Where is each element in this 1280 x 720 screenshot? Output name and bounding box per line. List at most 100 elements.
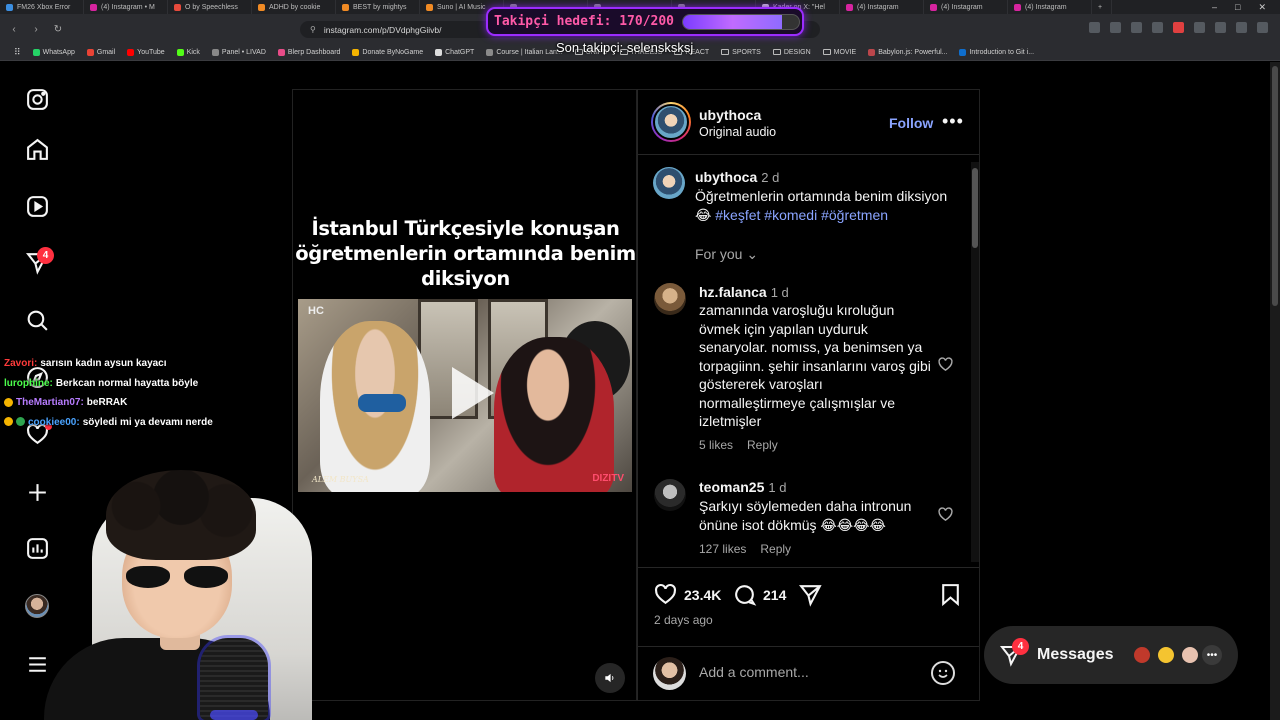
chat-text: söyledi mi ya devamı nerde [82,416,213,428]
share-action[interactable] [798,582,823,607]
bookmark-item[interactable]: Donate ByNoGame [346,48,429,56]
page-scrollbar[interactable] [1270,62,1280,720]
close-icon[interactable]: ✕ [1258,2,1266,13]
caption-username[interactable]: ubythoca [695,169,757,185]
profile-icon[interactable] [1236,22,1247,33]
story-ring-avatar[interactable] [651,102,691,142]
caption-author-avatar[interactable] [653,167,685,199]
bookmark-folder[interactable]: MOVIE [817,49,863,56]
comment-author[interactable]: hz.falanca 1 d [699,284,789,300]
conversation-avatar[interactable] [1180,645,1200,665]
reload-icon[interactable]: ↻ [52,24,64,35]
save-action[interactable] [938,582,963,607]
bookmark-item[interactable]: ChatGPT [429,48,480,56]
browser-tab[interactable]: FM26 Xbox Error [0,0,84,14]
mute-button[interactable] [595,663,625,693]
tab-label: FM26 Xbox Error [17,3,71,11]
bookmark-item[interactable]: Panel • LIVAD [206,48,272,56]
comment-username[interactable]: teoman25 [699,479,764,495]
comment-author[interactable]: teoman25 1 d [699,479,786,495]
bookmark-folder[interactable]: DESIGN [767,49,817,56]
apps-icon[interactable]: ⠿ [8,47,27,58]
bookmark-item[interactable]: Introduction to Git i... [953,48,1040,56]
conversation-avatar[interactable] [1156,645,1176,665]
bookmark-item[interactable]: Blerp Dashboard [272,48,347,56]
download-icon[interactable] [1215,22,1226,33]
browser-tab[interactable]: (4) Instagram [924,0,1008,14]
messages-badge: 4 [1012,638,1029,655]
tab-label: Suno | AI Music [437,3,486,11]
home-icon[interactable] [18,130,56,168]
add-comment-bar: Add a comment... [638,646,979,702]
forward-icon[interactable]: › [30,24,42,35]
bookmark-item[interactable]: Babylon.js: Powerful... [862,48,953,56]
caption-author[interactable]: ubythoca 2 d [695,169,779,185]
more-options-icon[interactable]: ••• [942,111,964,132]
bookmark-favicon-icon [211,48,219,56]
bookmark-item[interactable]: WhatsApp [27,48,81,56]
comment-action[interactable]: 214 [732,582,786,607]
video-player[interactable]: HC ALEM BUYSA DIZITV [298,299,632,492]
new-tab-button[interactable]: + [1092,0,1112,14]
search-icon[interactable] [18,301,56,339]
comment-avatar[interactable] [654,479,686,511]
bookmark-item[interactable]: Kick [171,48,206,56]
video-overlay-caption: İstanbul Türkçesiyle konuşan öğretmenler… [295,217,636,290]
conversation-avatar[interactable] [1132,645,1152,665]
minimize-icon[interactable]: – [1212,2,1217,13]
comment-likes[interactable]: 127 likes [699,542,746,556]
site-info-icon[interactable]: ⚲ [310,25,316,34]
comment-avatar[interactable] [654,283,686,315]
extension-icon[interactable] [1131,22,1142,33]
post-audio-link[interactable]: Original audio [699,125,776,139]
comment-input[interactable]: Add a comment... [699,664,809,680]
extension-icon[interactable] [1173,22,1184,33]
back-icon[interactable]: ‹ [8,24,20,35]
post-media[interactable]: İstanbul Türkçesiyle konuşan öğretmenler… [292,89,637,701]
comment-reply-button[interactable]: Reply [747,438,778,452]
instagram-logo-icon[interactable] [18,80,56,118]
reels-icon[interactable] [18,187,56,225]
extension-icon[interactable] [1089,22,1100,33]
tab-label: (4) Instagram [1025,3,1067,11]
comment-sort-dropdown[interactable]: For you ⌄ [695,246,758,263]
browser-tab[interactable]: (4) Instagram [840,0,924,14]
bookmark-icon [942,584,959,607]
bookmark-folder[interactable]: SPORTS [715,49,767,56]
comments-section[interactable]: ubythoca 2 d Öğretmenlerin ortamında beni… [638,156,979,568]
chat-username: cookiee00: [28,416,80,428]
like-action[interactable]: 23.4K [653,582,721,607]
comment-time: 1 d [770,285,789,300]
bookmark-item[interactable]: YouTube [121,48,171,56]
caption-hashtags[interactable]: #keşfet #komedi #öğretmen [715,207,888,223]
comment-username[interactable]: hz.falanca [699,284,767,300]
comment-meta: 5 likes Reply [699,438,792,452]
comment-reply-button[interactable]: Reply [760,542,791,556]
maximize-icon[interactable]: □ [1235,2,1240,13]
bookmark-favicon-icon [435,48,443,56]
browser-tab[interactable]: (4) Instagram [1008,0,1092,14]
messages-button[interactable]: 4 Messages ••• [984,626,1238,684]
extension-icon[interactable] [1152,22,1163,33]
browser-tab[interactable]: O by Speechless [168,0,252,14]
extension-icon[interactable] [1110,22,1121,33]
extension-icon[interactable] [1194,22,1205,33]
comments-scrollbar[interactable] [971,162,979,562]
comment-likes[interactable]: 5 likes [699,438,733,452]
tab-favicon-icon [846,3,853,11]
post-author-username[interactable]: ubythoca [699,107,761,123]
emoji-icon[interactable] [931,661,955,685]
play-icon[interactable] [434,359,502,427]
post-time-ago[interactable]: 2 days ago [654,613,713,627]
browser-tab[interactable]: BEST by mightys [336,0,420,14]
browser-tab[interactable]: (4) Instagram • M [84,0,168,14]
comment-like-icon[interactable] [937,506,954,523]
like-count[interactable]: 23.4K [684,587,721,603]
messages-more-icon[interactable]: ••• [1202,645,1222,665]
bookmark-item[interactable]: Gmail [81,48,121,56]
follow-button[interactable]: Follow [889,115,933,131]
tab-favicon-icon [426,3,433,11]
comment-like-icon[interactable] [937,356,954,373]
menu-icon[interactable] [1257,22,1268,33]
browser-tab[interactable]: ADHD by cookie [252,0,336,14]
